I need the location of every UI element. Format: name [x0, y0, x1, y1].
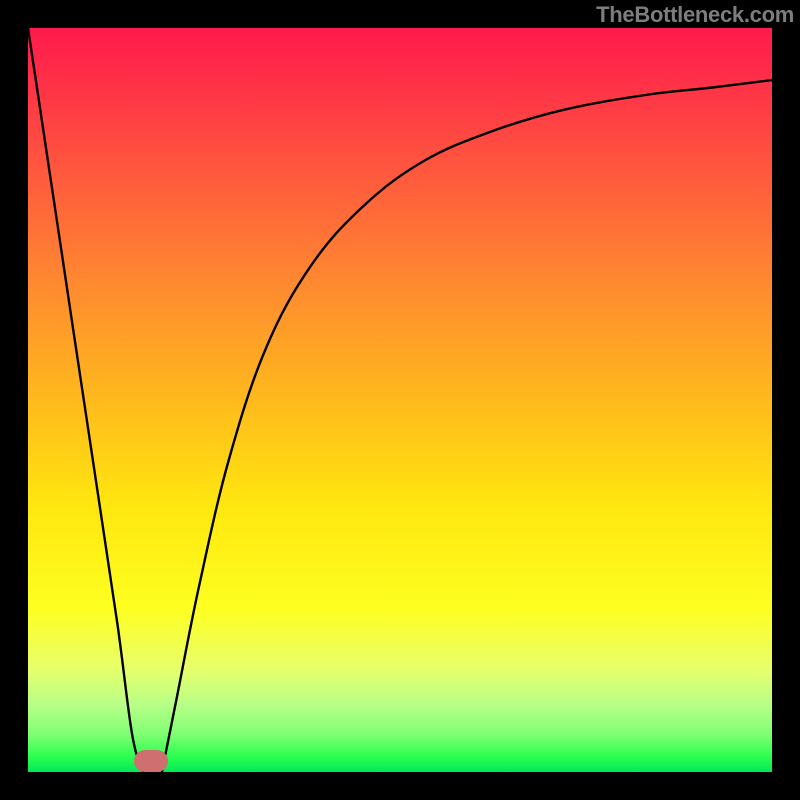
- curve-path: [28, 28, 772, 772]
- optimal-point-marker: [134, 750, 168, 772]
- plot-area: [28, 28, 772, 772]
- chart-frame: TheBottleneck.com: [0, 0, 800, 800]
- bottleneck-curve: [28, 28, 772, 772]
- watermark-text: TheBottleneck.com: [596, 2, 794, 28]
